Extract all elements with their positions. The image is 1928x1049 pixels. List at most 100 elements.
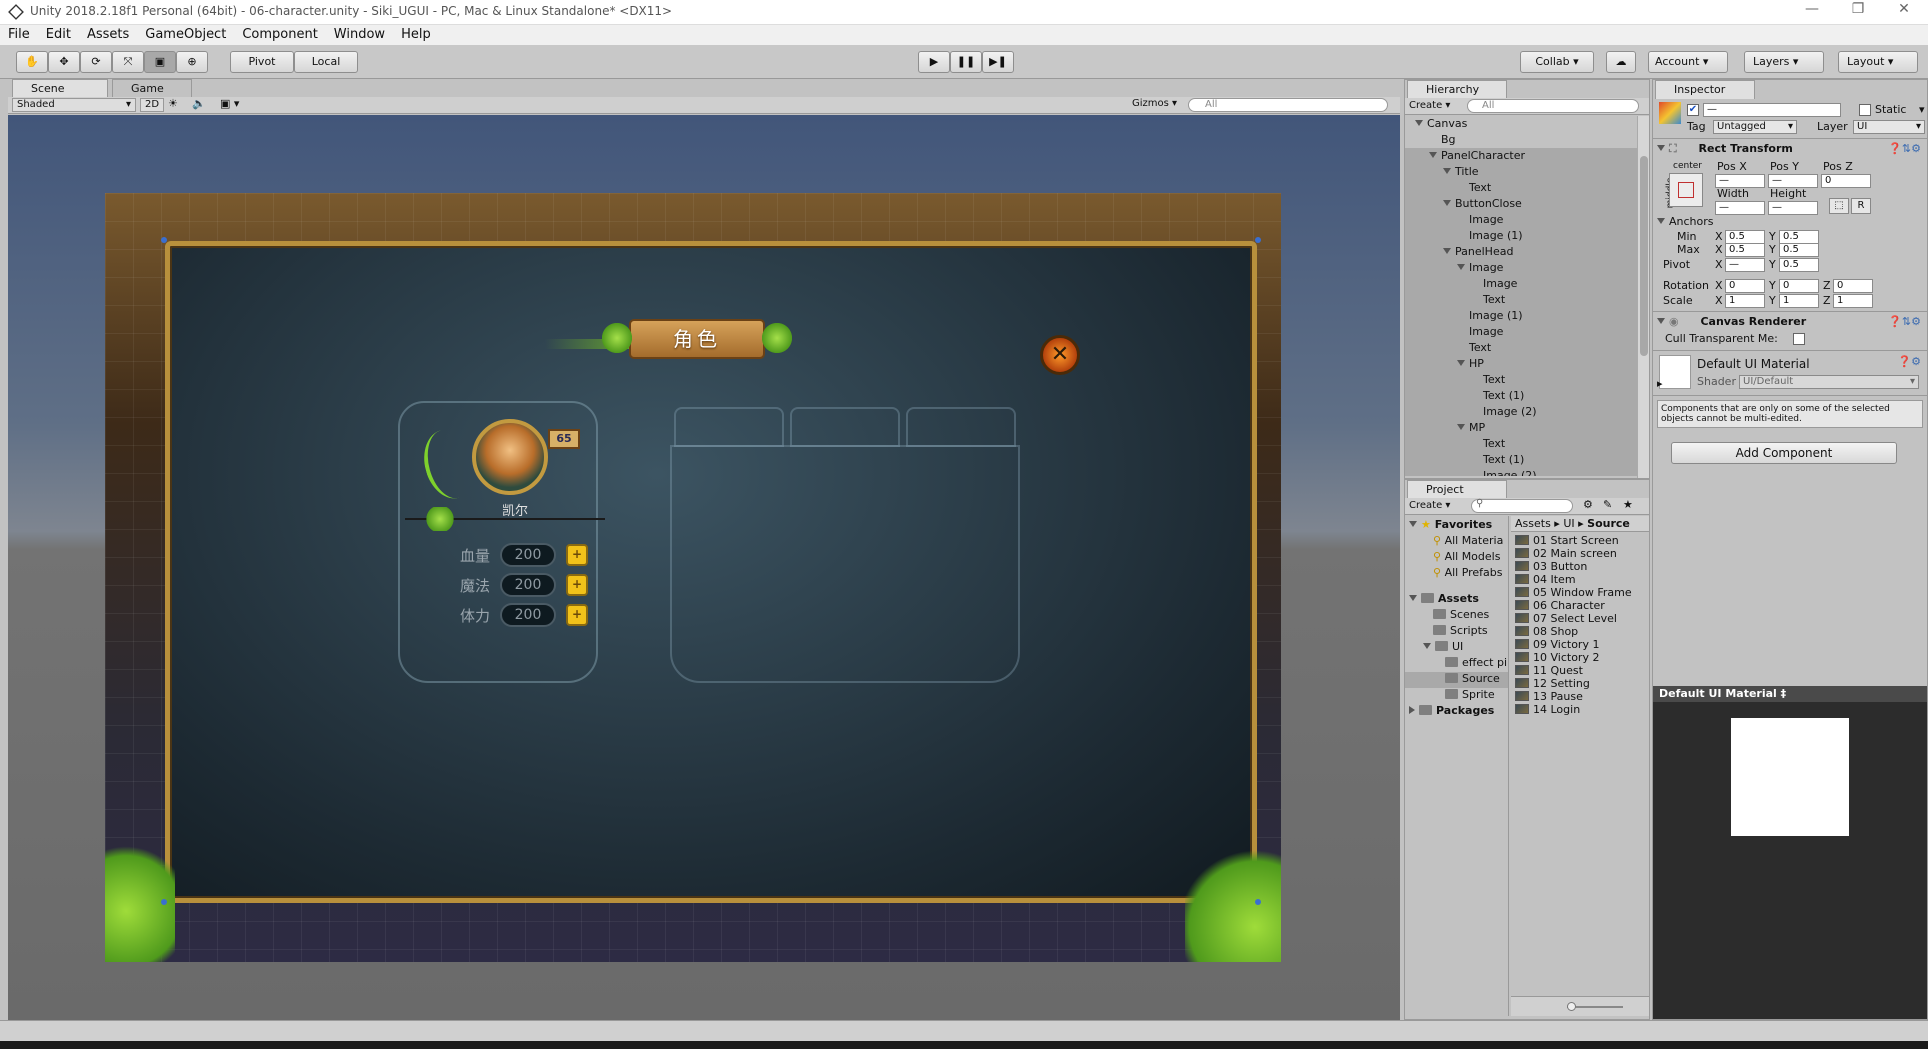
folder-scripts[interactable]: Scripts bbox=[1433, 624, 1488, 637]
favorites-node[interactable]: ★ Favorites bbox=[1409, 518, 1492, 531]
static-checkbox[interactable] bbox=[1859, 104, 1871, 116]
foldout-arrow-icon[interactable] bbox=[1457, 360, 1465, 366]
breadcrumb-ui[interactable]: UI bbox=[1563, 517, 1574, 530]
local-toggle[interactable]: Local bbox=[294, 51, 358, 73]
pos-z-input[interactable]: 0 bbox=[1821, 174, 1871, 188]
menu-file[interactable]: File bbox=[0, 25, 38, 42]
hierarchy-item[interactable]: PanelCharacter bbox=[1429, 148, 1525, 164]
hierarchy-create-button[interactable]: Create ▾ bbox=[1409, 99, 1459, 113]
folder-scenes[interactable]: Scenes bbox=[1433, 608, 1489, 621]
foldout-arrow-icon[interactable] bbox=[1457, 264, 1465, 270]
breadcrumb-source[interactable]: Source bbox=[1587, 517, 1630, 530]
folder-ui[interactable]: UI bbox=[1423, 640, 1463, 653]
component-settings-icon[interactable]: ❓⇅⚙ bbox=[1888, 312, 1921, 332]
rect-transform-header[interactable]: ⛶ Rect Transform ❓⇅⚙ bbox=[1653, 138, 1927, 158]
height-input[interactable]: — bbox=[1768, 201, 1818, 215]
menu-gameobject[interactable]: GameObject bbox=[137, 25, 234, 42]
pivot-x-input[interactable]: — bbox=[1725, 258, 1765, 272]
foldout-arrow-icon[interactable] bbox=[1443, 200, 1451, 206]
foldout-arrow-icon[interactable] bbox=[1457, 424, 1465, 430]
layout-dropdown[interactable]: Layout ▾ bbox=[1838, 51, 1918, 73]
transform-tool-button[interactable]: ⊕ bbox=[176, 51, 208, 73]
project-file-item[interactable]: 07 Select Level bbox=[1515, 612, 1617, 625]
layer-dropdown[interactable]: UI ▾ bbox=[1853, 120, 1925, 134]
equip-tab-1[interactable] bbox=[674, 407, 784, 447]
tab-inspector[interactable]: Inspector bbox=[1655, 80, 1755, 99]
anchors-foldout[interactable]: Anchors bbox=[1657, 215, 1714, 228]
hierarchy-item[interactable]: Text (1) bbox=[1471, 452, 1524, 468]
anchor-preset-button[interactable] bbox=[1669, 173, 1703, 207]
menu-window[interactable]: Window bbox=[326, 25, 393, 42]
button-close[interactable]: ✕ bbox=[1040, 335, 1080, 375]
preview-header[interactable]: Default UI Material ‡ bbox=[1653, 686, 1927, 702]
folder-effect[interactable]: effect pi bbox=[1445, 656, 1507, 669]
scale-y-input[interactable]: 1 bbox=[1779, 294, 1819, 308]
filter-type-icon[interactable]: ⚙ bbox=[1583, 498, 1593, 511]
play-button[interactable]: ▶ bbox=[918, 51, 950, 73]
foldout-arrow-icon[interactable] bbox=[1429, 152, 1437, 158]
hierarchy-item[interactable]: Text bbox=[1471, 292, 1505, 308]
project-file-item[interactable]: 04 Item bbox=[1515, 573, 1576, 586]
mode-2d-toggle[interactable]: 2D bbox=[140, 98, 164, 112]
fav-item-materials[interactable]: ⚲ All Materia bbox=[1433, 534, 1503, 547]
tag-dropdown[interactable]: Untagged ▾ bbox=[1713, 120, 1797, 134]
project-file-item[interactable]: 13 Pause bbox=[1515, 690, 1583, 703]
hierarchy-item[interactable]: Text bbox=[1457, 340, 1491, 356]
hierarchy-item[interactable]: Text bbox=[1471, 372, 1505, 388]
hierarchy-item[interactable]: Image (1) bbox=[1457, 308, 1523, 324]
audio-icon[interactable]: 🔈 bbox=[192, 97, 212, 110]
scale-x-input[interactable]: 1 bbox=[1725, 294, 1765, 308]
hand-tool-button[interactable]: ✋ bbox=[16, 51, 48, 73]
rot-y-input[interactable]: 0 bbox=[1779, 279, 1819, 293]
hierarchy-item[interactable]: Image bbox=[1471, 276, 1517, 292]
hierarchy-item[interactable]: Image bbox=[1457, 212, 1503, 228]
hierarchy-item[interactable]: Image bbox=[1457, 324, 1503, 340]
hierarchy-item[interactable]: Text bbox=[1457, 180, 1491, 196]
hierarchy-item[interactable]: HP bbox=[1457, 356, 1484, 372]
scene-search-input[interactable]: All bbox=[1188, 98, 1388, 112]
rot-z-input[interactable]: 0 bbox=[1833, 279, 1873, 293]
hierarchy-item[interactable]: Image (1) bbox=[1457, 228, 1523, 244]
breadcrumb-assets[interactable]: Assets bbox=[1515, 517, 1551, 530]
stat-stamina-add-button[interactable]: + bbox=[566, 604, 588, 626]
tab-scene[interactable]: Scene bbox=[12, 79, 108, 98]
canvas-renderer-header[interactable]: ◉ Canvas Renderer ❓⇅⚙ bbox=[1653, 311, 1927, 331]
project-file-item[interactable]: 14 Login bbox=[1515, 703, 1580, 716]
hierarchy-item[interactable]: PanelHead bbox=[1443, 244, 1513, 260]
project-search-input[interactable]: ⚲ bbox=[1471, 498, 1573, 513]
equip-tab-3[interactable] bbox=[906, 407, 1016, 447]
max-y-input[interactable]: 0.5 bbox=[1779, 243, 1819, 257]
hierarchy-search-input[interactable]: All bbox=[1467, 99, 1639, 113]
menu-edit[interactable]: Edit bbox=[38, 25, 79, 42]
equip-panel[interactable] bbox=[670, 445, 1020, 683]
effects-icon[interactable]: ▣ ▾ bbox=[220, 97, 250, 110]
foldout-arrow-icon[interactable] bbox=[1415, 120, 1423, 126]
width-input[interactable]: — bbox=[1715, 201, 1765, 215]
rect-handle-tl[interactable] bbox=[161, 237, 167, 243]
hierarchy-scrollbar[interactable] bbox=[1637, 116, 1649, 478]
foldout-arrow-icon[interactable] bbox=[1443, 248, 1451, 254]
rect-tool-button[interactable]: ▣ bbox=[144, 51, 176, 73]
scale-tool-button[interactable]: ⤧ bbox=[112, 51, 144, 73]
scale-z-input[interactable]: 1 bbox=[1833, 294, 1873, 308]
maximize-button[interactable]: ❐ bbox=[1838, 1, 1878, 23]
step-button[interactable]: ▶❚ bbox=[982, 51, 1014, 73]
max-x-input[interactable]: 0.5 bbox=[1725, 243, 1765, 257]
gizmos-dropdown[interactable]: Gizmos ▾ bbox=[1132, 98, 1180, 112]
rect-handle-bl[interactable] bbox=[161, 899, 167, 905]
project-file-item[interactable]: 02 Main screen bbox=[1515, 547, 1617, 560]
packages-node[interactable]: Packages bbox=[1409, 704, 1494, 717]
tab-project[interactable]: Project bbox=[1407, 480, 1507, 499]
minimize-button[interactable]: — bbox=[1792, 1, 1832, 23]
assets-node[interactable]: Assets bbox=[1409, 592, 1479, 605]
layers-dropdown[interactable]: Layers ▾ bbox=[1744, 51, 1824, 73]
close-window-button[interactable]: ✕ bbox=[1884, 1, 1924, 23]
component-settings-icon[interactable]: ❓⇅⚙ bbox=[1888, 139, 1921, 159]
account-dropdown[interactable]: Account ▾ bbox=[1648, 51, 1728, 73]
hierarchy-item[interactable]: Bg bbox=[1429, 132, 1456, 148]
blueprint-mode-button[interactable]: ⬚ bbox=[1829, 198, 1849, 214]
collab-button[interactable]: Collab ▾ bbox=[1520, 51, 1594, 73]
project-file-item[interactable]: 11 Quest bbox=[1515, 664, 1583, 677]
hierarchy-scroll-thumb[interactable] bbox=[1640, 156, 1648, 356]
project-file-item[interactable]: 08 Shop bbox=[1515, 625, 1578, 638]
